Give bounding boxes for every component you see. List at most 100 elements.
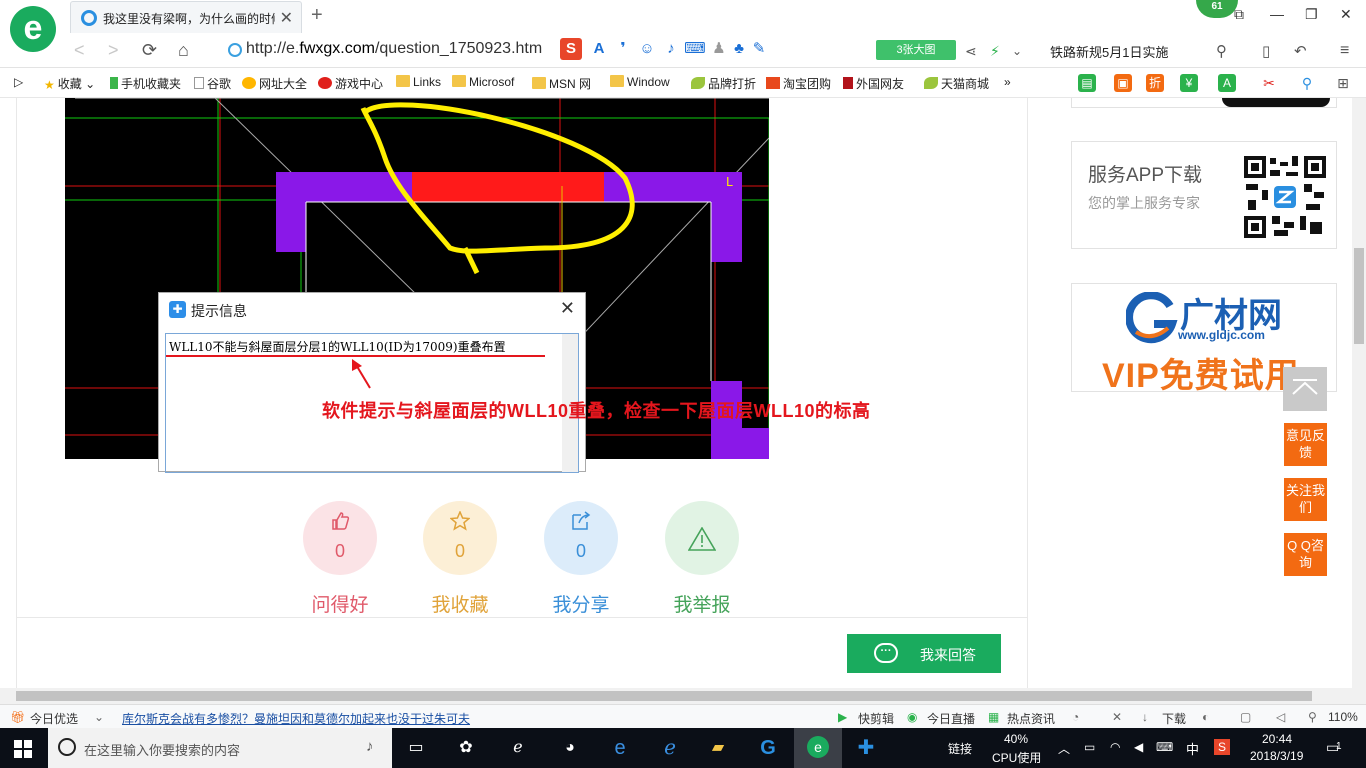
horizontal-scroll-thumb[interactable] xyxy=(16,691,1312,701)
fav-tmall[interactable]: 天猫商城 xyxy=(924,75,989,92)
browser-task-active[interactable]: e xyxy=(794,728,842,768)
fav-mobile[interactable]: 手机收藏夹 xyxy=(110,75,181,92)
action-favorite-label[interactable]: 我收藏 xyxy=(410,590,510,617)
action-share[interactable]: 0 xyxy=(544,501,618,575)
mute-icon[interactable]: ◁ xyxy=(1276,710,1285,724)
shield-status-icon[interactable]: ✕ xyxy=(1112,710,1122,724)
fav-google[interactable]: 谷歌 xyxy=(194,75,231,92)
security-icon[interactable]: ¥ xyxy=(1180,74,1198,92)
level-badge[interactable]: 61 xyxy=(1196,0,1238,18)
browser-logo[interactable]: e xyxy=(10,6,56,52)
horizontal-scrollbar[interactable] xyxy=(0,688,1366,704)
close-window-button[interactable]: ✕ xyxy=(1340,6,1352,23)
answer-button[interactable]: ··· 我来回答 xyxy=(847,634,1001,673)
grid-icon[interactable]: ⊞ xyxy=(1334,74,1352,92)
reader-icon[interactable]: ▤ xyxy=(1078,74,1096,92)
discount-icon[interactable]: 折 xyxy=(1146,74,1164,92)
tab-active[interactable]: 我这里没有梁啊，为什么画的时候… ✕ xyxy=(70,1,302,33)
fav-msn[interactable]: MSN 网 xyxy=(532,75,591,92)
feedback-button[interactable]: 意见反馈 xyxy=(1284,423,1327,466)
share-icon[interactable]: ⋖ xyxy=(965,43,977,60)
fav-microsoft[interactable]: Microsof xyxy=(452,75,514,89)
fav-brand-discount[interactable]: 品牌打折 xyxy=(691,75,756,92)
magnifier-icon[interactable]: ⚲ xyxy=(1298,74,1316,92)
back-to-top-button[interactable] xyxy=(1283,367,1327,411)
undo-icon[interactable]: ↶ xyxy=(1294,42,1307,60)
keyboard-icon[interactable]: ⌨ xyxy=(1156,740,1173,754)
zoom-level[interactable]: 110% xyxy=(1328,710,1358,724)
sidebar-toggle-icon[interactable]: ▷ xyxy=(14,75,23,89)
url-field[interactable]: http://e.fwxgx.com/question_1750923.htm xyxy=(246,40,576,58)
more-favorites-icon[interactable]: » xyxy=(1004,75,1011,89)
speed-icon[interactable]: ◔ xyxy=(1072,710,1079,724)
window-icon[interactable]: ▢ xyxy=(1240,710,1251,724)
restore-tab-icon[interactable]: ⧉ xyxy=(1234,6,1244,23)
today-live[interactable]: 今日直播 xyxy=(927,710,975,727)
fav-taobao[interactable]: 淘宝团购 xyxy=(766,75,831,92)
ime-voice-icon[interactable]: ♪ xyxy=(660,38,682,60)
volume-icon[interactable]: ◀ xyxy=(1134,740,1143,754)
news-ticker[interactable]: 铁路新规5月1日实施 xyxy=(1050,42,1168,61)
fav-collect[interactable]: ★ 收藏 ⌄ xyxy=(44,75,95,92)
download-link[interactable]: 下载 xyxy=(1162,710,1186,727)
ime-emoji-icon[interactable]: ☺ xyxy=(636,38,658,60)
action-good-question-label[interactable]: 问得好 xyxy=(290,590,390,617)
follow-us-button[interactable]: 关注我们 xyxy=(1284,478,1327,521)
refresh-icon[interactable]: ⟳ xyxy=(142,40,157,61)
accelerate-icon[interactable]: ◐ xyxy=(1202,710,1209,724)
action-report-label[interactable]: 我举报 xyxy=(652,590,752,617)
forward-icon[interactable]: > xyxy=(108,40,119,61)
action-good-question[interactable]: 0 xyxy=(303,501,377,575)
headline-link[interactable]: 库尔斯克会战有多惨烈？曼施坦因和莫德尔加起来也没干过朱可夫 xyxy=(122,710,470,727)
big-image-button[interactable]: 3张大图 xyxy=(876,40,956,60)
battery-icon[interactable]: ▭ xyxy=(1084,740,1095,754)
mobile-icon[interactable]: ▯ xyxy=(1262,42,1270,60)
translate-icon[interactable]: A xyxy=(1218,74,1236,92)
ime-font-icon[interactable]: A xyxy=(588,38,610,60)
app-download-box[interactable]: 服务APP下载 您的掌上服务专家 xyxy=(1071,141,1337,249)
sogou-tray-icon[interactable]: S xyxy=(1214,739,1230,755)
new-tab-button[interactable]: + xyxy=(311,4,323,27)
clock-time[interactable]: 20:44 xyxy=(1262,732,1292,746)
file-explorer-icon[interactable]: ▰ xyxy=(706,736,730,760)
fav-windows[interactable]: Window xyxy=(610,75,670,89)
vertical-scroll-thumb[interactable] xyxy=(1354,248,1364,344)
scissors-icon[interactable]: ✂ xyxy=(1260,74,1278,92)
hot-news[interactable]: 热点资讯 xyxy=(1007,710,1055,727)
sogou-icon[interactable]: S xyxy=(560,38,582,60)
home-icon[interactable]: ⌂ xyxy=(178,40,189,61)
action-favorite[interactable]: 0 xyxy=(423,501,497,575)
taskbar-search[interactable]: 在这里输入你要搜索的内容 ♪ xyxy=(48,728,392,768)
fav-games[interactable]: 游戏中心 xyxy=(318,75,383,92)
tray-expand-icon[interactable]: ︿ xyxy=(1058,740,1070,757)
fav-links[interactable]: Links xyxy=(396,75,441,89)
ime-indicator[interactable]: 中 xyxy=(1186,739,1199,758)
today-pick[interactable]: 今日优选 xyxy=(30,710,78,727)
links-label[interactable]: 链接 xyxy=(948,740,972,757)
ime-skin-icon[interactable]: ♣ xyxy=(728,38,750,60)
ime-user-icon[interactable]: ♟ xyxy=(708,38,730,60)
tab-close-icon[interactable]: ✕ xyxy=(280,8,293,28)
chrome-like-icon[interactable]: ◕ xyxy=(558,736,582,760)
action-report[interactable] xyxy=(665,501,739,575)
microphone-icon[interactable]: ♪ xyxy=(366,738,374,755)
chevron-down-icon[interactable]: ⌄ xyxy=(94,710,104,724)
back-icon[interactable]: < xyxy=(74,40,85,61)
fav-hao123[interactable]: 网址大全 xyxy=(242,75,307,92)
ime-punct-icon[interactable]: ❜ xyxy=(612,38,634,60)
action-share-label[interactable]: 我分享 xyxy=(531,590,631,617)
edge-legacy-icon[interactable]: ℯ xyxy=(506,736,530,760)
qq-consult-button[interactable]: Q Q咨询 xyxy=(1284,533,1327,576)
maximize-button[interactable]: ❐ xyxy=(1305,6,1318,23)
clock-date[interactable]: 2018/3/19 xyxy=(1250,749,1303,763)
wifi-icon[interactable]: ◠ xyxy=(1110,740,1120,754)
search-icon[interactable]: ⚲ xyxy=(1216,42,1227,60)
tv-icon[interactable]: ▣ xyxy=(1114,74,1132,92)
fav-foreign[interactable]: 外国网友 xyxy=(843,75,904,92)
edge-icon[interactable]: e xyxy=(608,736,632,760)
pinwheel-app-icon[interactable]: ✿ xyxy=(454,736,478,760)
qr-code[interactable] xyxy=(1244,156,1326,238)
lightning-icon[interactable]: ⚡ xyxy=(990,43,1000,60)
minimize-button[interactable]: — xyxy=(1270,6,1284,22)
glodon-icon[interactable]: G xyxy=(756,736,780,760)
